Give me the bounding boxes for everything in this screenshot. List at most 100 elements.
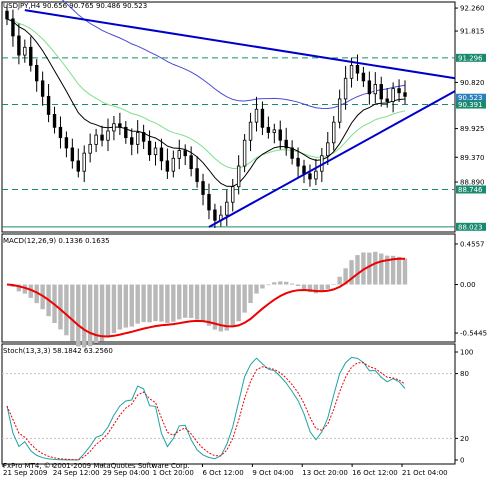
candle-body <box>260 108 265 128</box>
stoch-tick-label: 20 <box>460 435 469 443</box>
time-label: 16 Oct 12:00 <box>352 469 398 477</box>
macd-histogram-bar <box>206 284 212 326</box>
candle-body <box>147 140 152 156</box>
macd-histogram-bar <box>301 284 307 290</box>
candle-body <box>242 139 247 167</box>
macd-histogram-bar <box>105 284 111 338</box>
candle-body <box>23 46 27 56</box>
macd-histogram-bar <box>117 284 123 330</box>
macd-histogram-bar <box>123 284 129 328</box>
candle-body <box>5 10 9 20</box>
candle-body <box>159 147 164 162</box>
macd-histogram-bar <box>331 283 336 285</box>
macd-tick-label: 0.4557 <box>460 240 485 248</box>
macd-histogram-bar <box>337 276 342 285</box>
candle-body <box>70 147 75 162</box>
macd-histogram-bar <box>224 284 229 331</box>
candle-body <box>183 150 187 157</box>
candle-body <box>397 88 401 94</box>
stoch-header: Stoch(13,3,3) 58.1842 63.2560 <box>3 347 113 355</box>
candle-body <box>82 152 86 172</box>
candle-body <box>403 92 407 97</box>
candle-body <box>290 147 294 159</box>
candle-body <box>94 134 98 145</box>
macd-histogram-bar <box>64 284 69 336</box>
candle-body <box>35 64 39 82</box>
candle-body <box>302 165 306 175</box>
stoch-tick-label: 100 <box>460 349 473 357</box>
macd-histogram-bar <box>260 284 265 289</box>
time-label: 1 Oct 20:00 <box>153 469 194 477</box>
price-label: 90.391 <box>458 101 483 109</box>
candle-body <box>373 84 377 95</box>
candle-body <box>391 88 395 102</box>
price-label: 91.296 <box>458 54 483 62</box>
candle-body <box>284 139 288 149</box>
macd-histogram-bar <box>278 281 283 285</box>
candle-body <box>207 194 211 211</box>
candle-body <box>343 77 348 100</box>
candle-body <box>278 129 282 141</box>
macd-histogram-bar <box>283 281 289 285</box>
price-tick-label: 92.260 <box>460 5 485 13</box>
macd-histogram-bar <box>147 284 152 323</box>
candle-body <box>225 201 229 216</box>
candle-body <box>308 173 312 180</box>
candle-body <box>135 132 140 145</box>
macd-histogram-bar <box>177 284 182 320</box>
macd-histogram-bar <box>171 284 176 322</box>
candle-body <box>361 72 366 82</box>
candle-body <box>11 18 15 37</box>
candle-body <box>40 80 45 97</box>
stoch-tick-label: 0 <box>460 457 464 465</box>
candle-body <box>349 64 354 79</box>
symbol-header: USDJPY,H4 90.656 90.765 90.486 90.523 <box>3 2 148 10</box>
macd-histogram-bar <box>355 255 360 285</box>
pane-main <box>1 1 456 233</box>
macd-histogram-bar <box>236 284 241 322</box>
candle-body <box>112 123 116 132</box>
time-label: 6 Oct 12:00 <box>203 469 244 477</box>
macd-histogram-bar <box>183 284 188 318</box>
time-label: 13 Oct 20:00 <box>302 469 348 477</box>
candle-body <box>46 95 51 115</box>
candle-body <box>201 181 205 195</box>
macd-histogram-bar <box>396 256 402 285</box>
macd-histogram-bar <box>289 283 295 285</box>
candle-body <box>124 126 128 139</box>
macd-histogram-bar <box>76 284 81 347</box>
candle-body <box>118 123 122 128</box>
candle-body <box>130 137 134 145</box>
candle-body <box>171 157 176 172</box>
macd-histogram-bar <box>248 284 253 304</box>
candle-body <box>29 46 33 66</box>
macd-histogram-bar <box>194 284 200 320</box>
time-label: 9 Oct 04:00 <box>252 469 293 477</box>
candle-body <box>141 132 146 142</box>
macd-histogram-bar <box>242 284 247 313</box>
macd-histogram-bar <box>266 284 271 286</box>
macd-histogram-bar <box>373 251 378 285</box>
macd-histogram-bar <box>129 284 134 327</box>
macd-tick-label: 0.00 <box>460 281 476 289</box>
macd-histogram-bar <box>200 284 206 323</box>
macd-histogram-bar <box>272 282 277 285</box>
price-tick-label: 89.370 <box>460 154 485 162</box>
macd-histogram-bar <box>159 284 164 322</box>
macd-header: MACD(12,26,9) 0.1336 0.1635 <box>3 237 110 245</box>
time-label: 29 Sep 04:00 <box>103 469 150 477</box>
macd-histogram-bar <box>379 253 384 285</box>
candle-body <box>326 142 330 157</box>
candle-body <box>248 121 253 141</box>
macd-histogram-bar <box>111 284 117 334</box>
macd-histogram-bar <box>367 252 372 285</box>
chart-window: 92.260 91.815 91.296 90.820 90.523 90.391 89.9… <box>0 0 487 480</box>
candle-body <box>254 108 259 123</box>
candle-body <box>367 80 372 95</box>
macd-histogram-bar <box>82 284 87 348</box>
macd-histogram-bar <box>87 284 93 347</box>
macd-histogram-bar <box>141 284 146 323</box>
macd-histogram-bar <box>325 284 330 290</box>
price-label: 88.746 <box>458 186 483 194</box>
candle-body <box>106 130 110 141</box>
